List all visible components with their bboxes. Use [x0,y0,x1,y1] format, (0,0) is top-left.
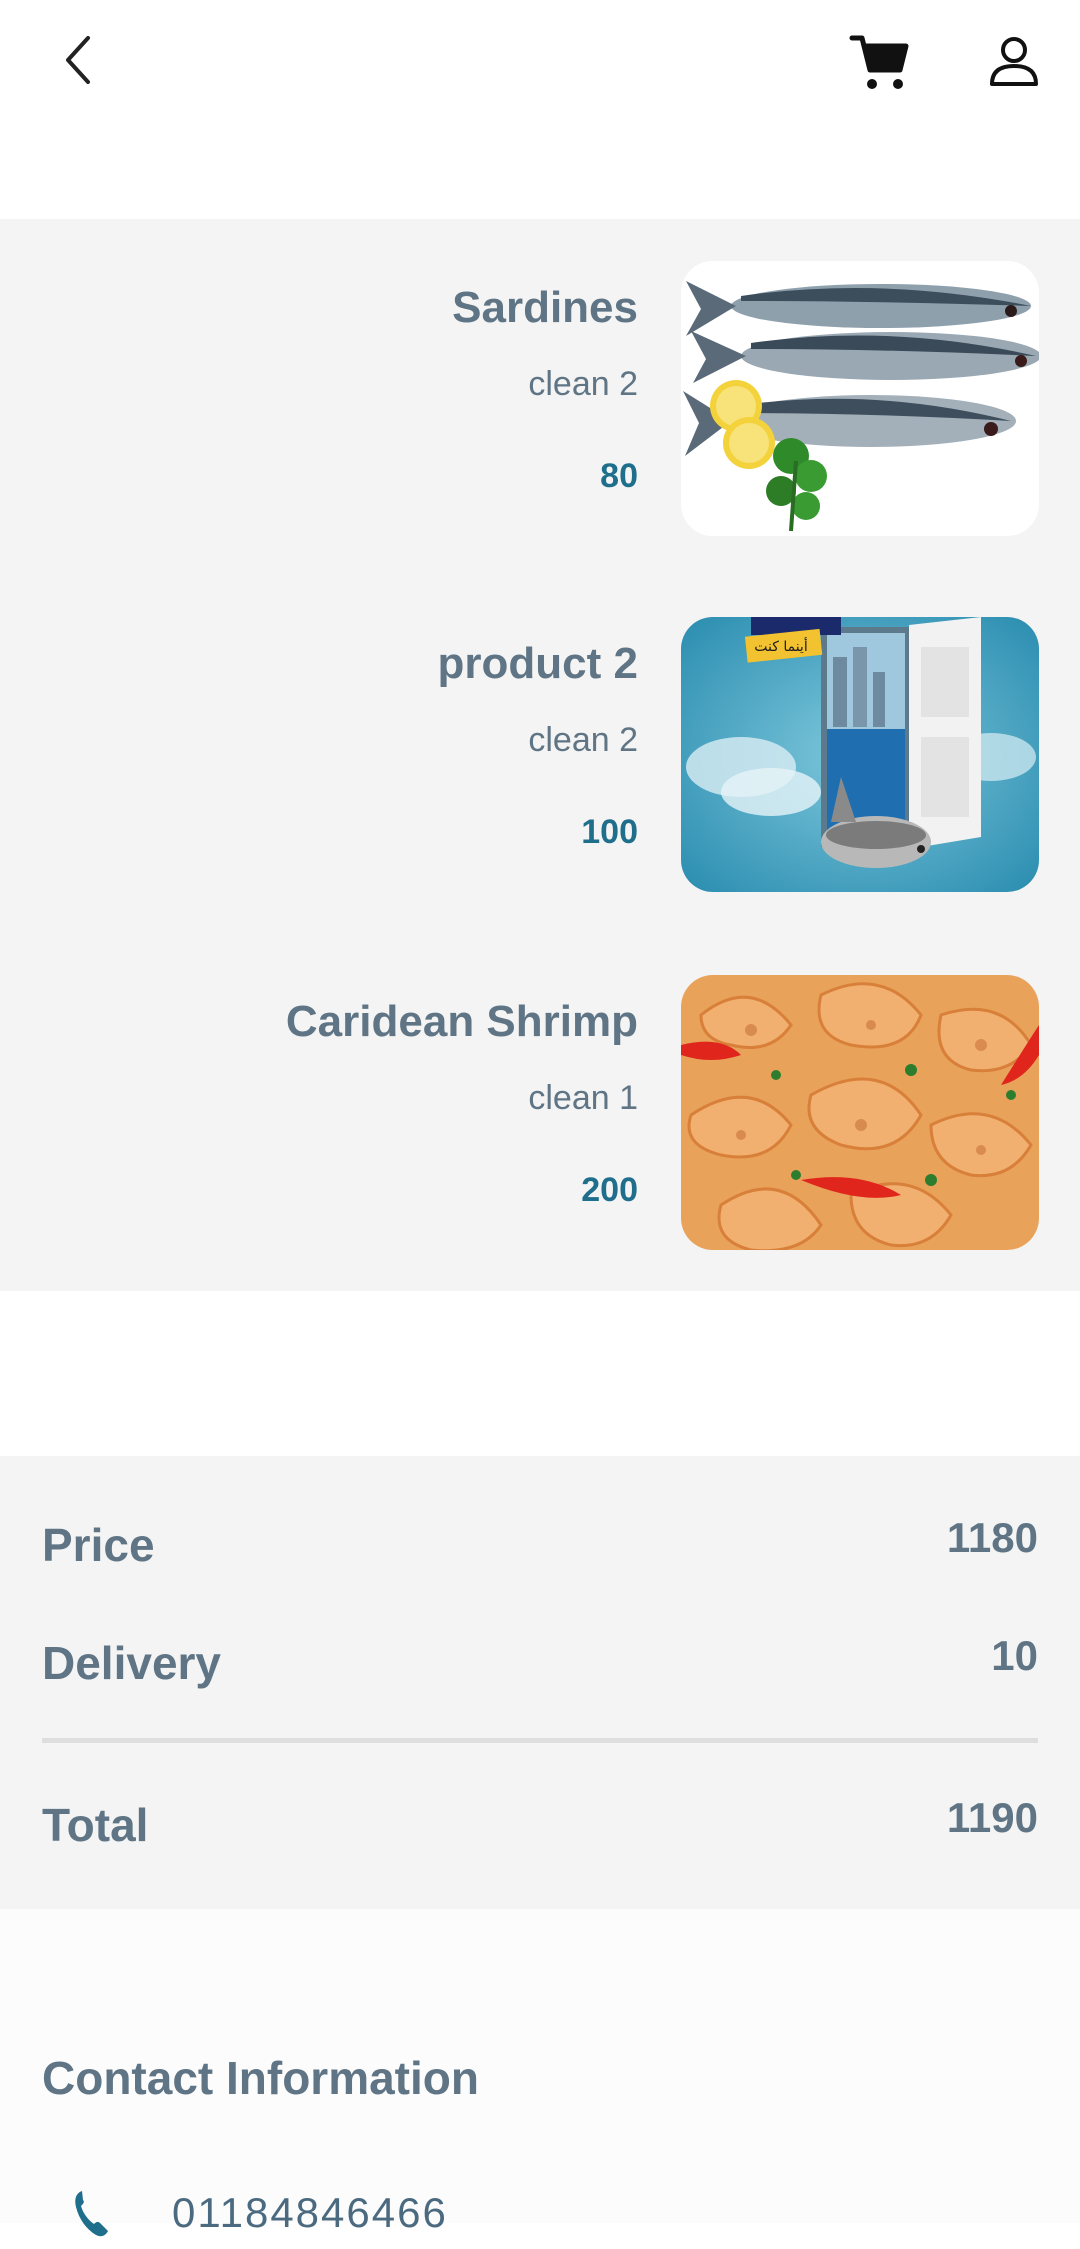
product-name: Caridean Shrimp [285,997,638,1046]
top-app-bar [0,0,1080,219]
product-price: 200 [581,1171,638,1209]
cart-item[interactable]: Sardines clean 2 80 [0,261,1080,536]
cart-button[interactable] [838,20,922,104]
product-option: clean 1 [528,1079,638,1117]
contact-title: Contact Information [42,2052,479,2104]
product-name: Sardines [452,283,638,332]
product-image[interactable] [681,975,1039,1250]
profile-button[interactable] [972,20,1056,104]
cart-item[interactable]: Caridean Shrimp clean 1 200 [0,975,1080,1250]
phone-number[interactable]: 01184846466 [172,2189,448,2237]
price-value: 1180 [946,1514,1038,1561]
summary-divider [42,1738,1038,1743]
product-image[interactable] [681,261,1039,536]
contact-section: Contact Information 01184846466 [0,1909,1080,2237]
chevron-left-icon [66,36,90,84]
back-button[interactable] [40,20,120,100]
product-price: 80 [600,457,638,495]
product-option: clean 2 [528,365,638,403]
cart-items-list: Sardines clean 2 80 أينما كنت product 2 … [0,219,1080,1291]
user-profile-icon [990,37,1038,86]
product-image[interactable]: أينما كنت [681,617,1039,892]
phone-icon [75,2191,108,2237]
delivery-value: 10 [991,1632,1038,1679]
price-label: Price [42,1519,155,1571]
product-price: 100 [581,813,638,851]
promo-badge-text: أينما كنت [754,637,808,655]
order-summary: Price 1180 Delivery 10 Total 1190 [0,1456,1080,1909]
total-value: 1190 [946,1794,1038,1841]
product-name: product 2 [437,639,638,688]
product-option: clean 2 [528,721,638,759]
cart-item[interactable]: أينما كنت product 2 clean 2 100 [0,617,1080,892]
shopping-cart-icon [849,35,909,89]
delivery-label: Delivery [42,1637,222,1689]
total-label: Total [42,1799,149,1851]
